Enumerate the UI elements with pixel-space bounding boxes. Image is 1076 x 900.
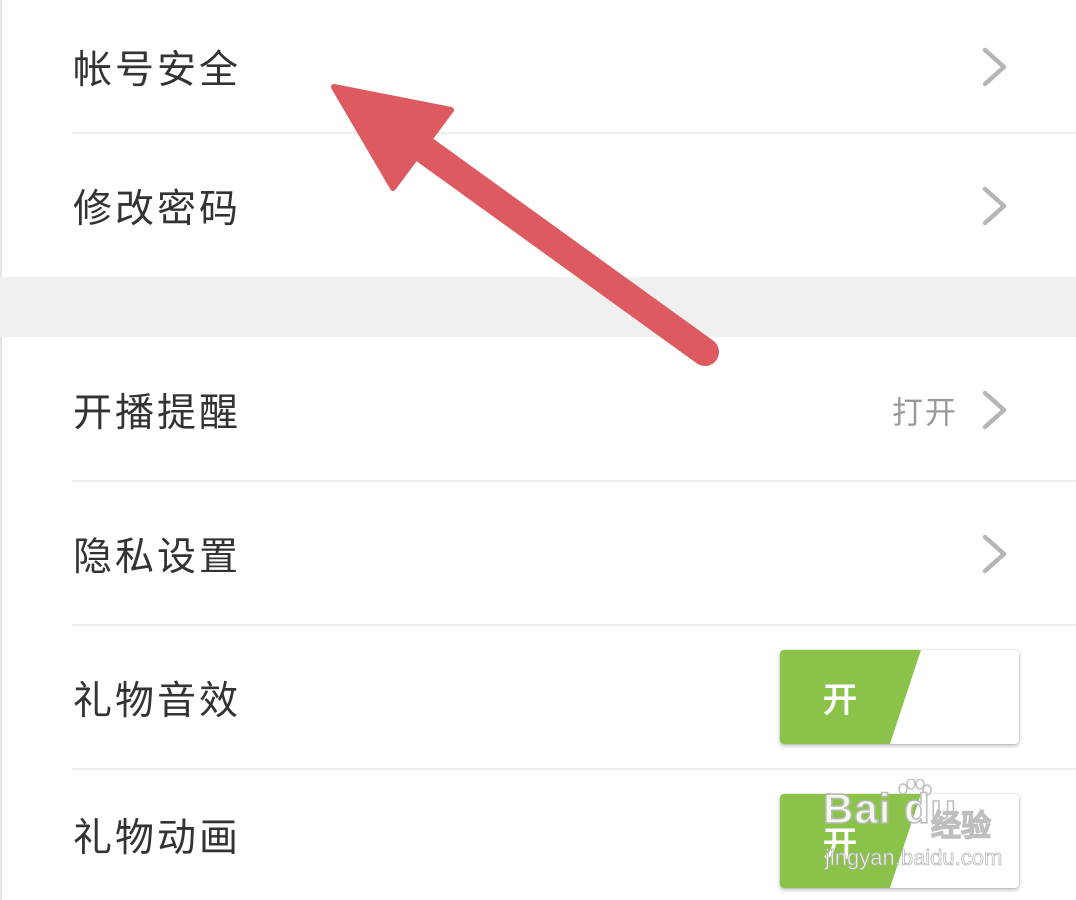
row-label-change-password: 修改密码 [73, 186, 242, 232]
settings-row-gift-sound: 礼物音效 开 [0, 626, 1076, 770]
row-label-account-security: 帐号安全 [73, 48, 242, 93]
toggle-on-label: 开 [823, 680, 857, 721]
baidu-jingyan-watermark: Bai du 经验 jingyan.baidu.com [822, 779, 1023, 875]
settings-row-change-password[interactable]: 修改密码 [0, 134, 1076, 277]
chevron-right-icon [982, 534, 1007, 574]
chevron-right-icon [982, 186, 1007, 225]
row-label-gift-sound: 礼物音效 [73, 679, 242, 724]
row-label-privacy: 隐私设置 [73, 535, 242, 580]
row-label-gift-animation: 礼物动画 [73, 816, 242, 861]
settings-row-live-reminder[interactable]: 开播提醒 打开 [0, 337, 1076, 482]
toggle-on-fill [780, 650, 922, 744]
watermark-url: jingyan.baidu.com [825, 845, 1003, 871]
settings-row-account-security[interactable]: 帐号安全 [0, 0, 1076, 134]
live-reminder-status: 打开 [892, 395, 958, 431]
section-gap [0, 277, 1076, 337]
watermark-cn: 经验 [930, 808, 991, 844]
chevron-right-icon [982, 47, 1007, 87]
chevron-right-icon [982, 390, 1007, 429]
row-label-live-reminder: 开播提醒 [73, 390, 242, 436]
gift-sound-toggle[interactable]: 开 [780, 650, 1019, 744]
settings-row-privacy[interactable]: 隐私设置 [0, 482, 1076, 626]
